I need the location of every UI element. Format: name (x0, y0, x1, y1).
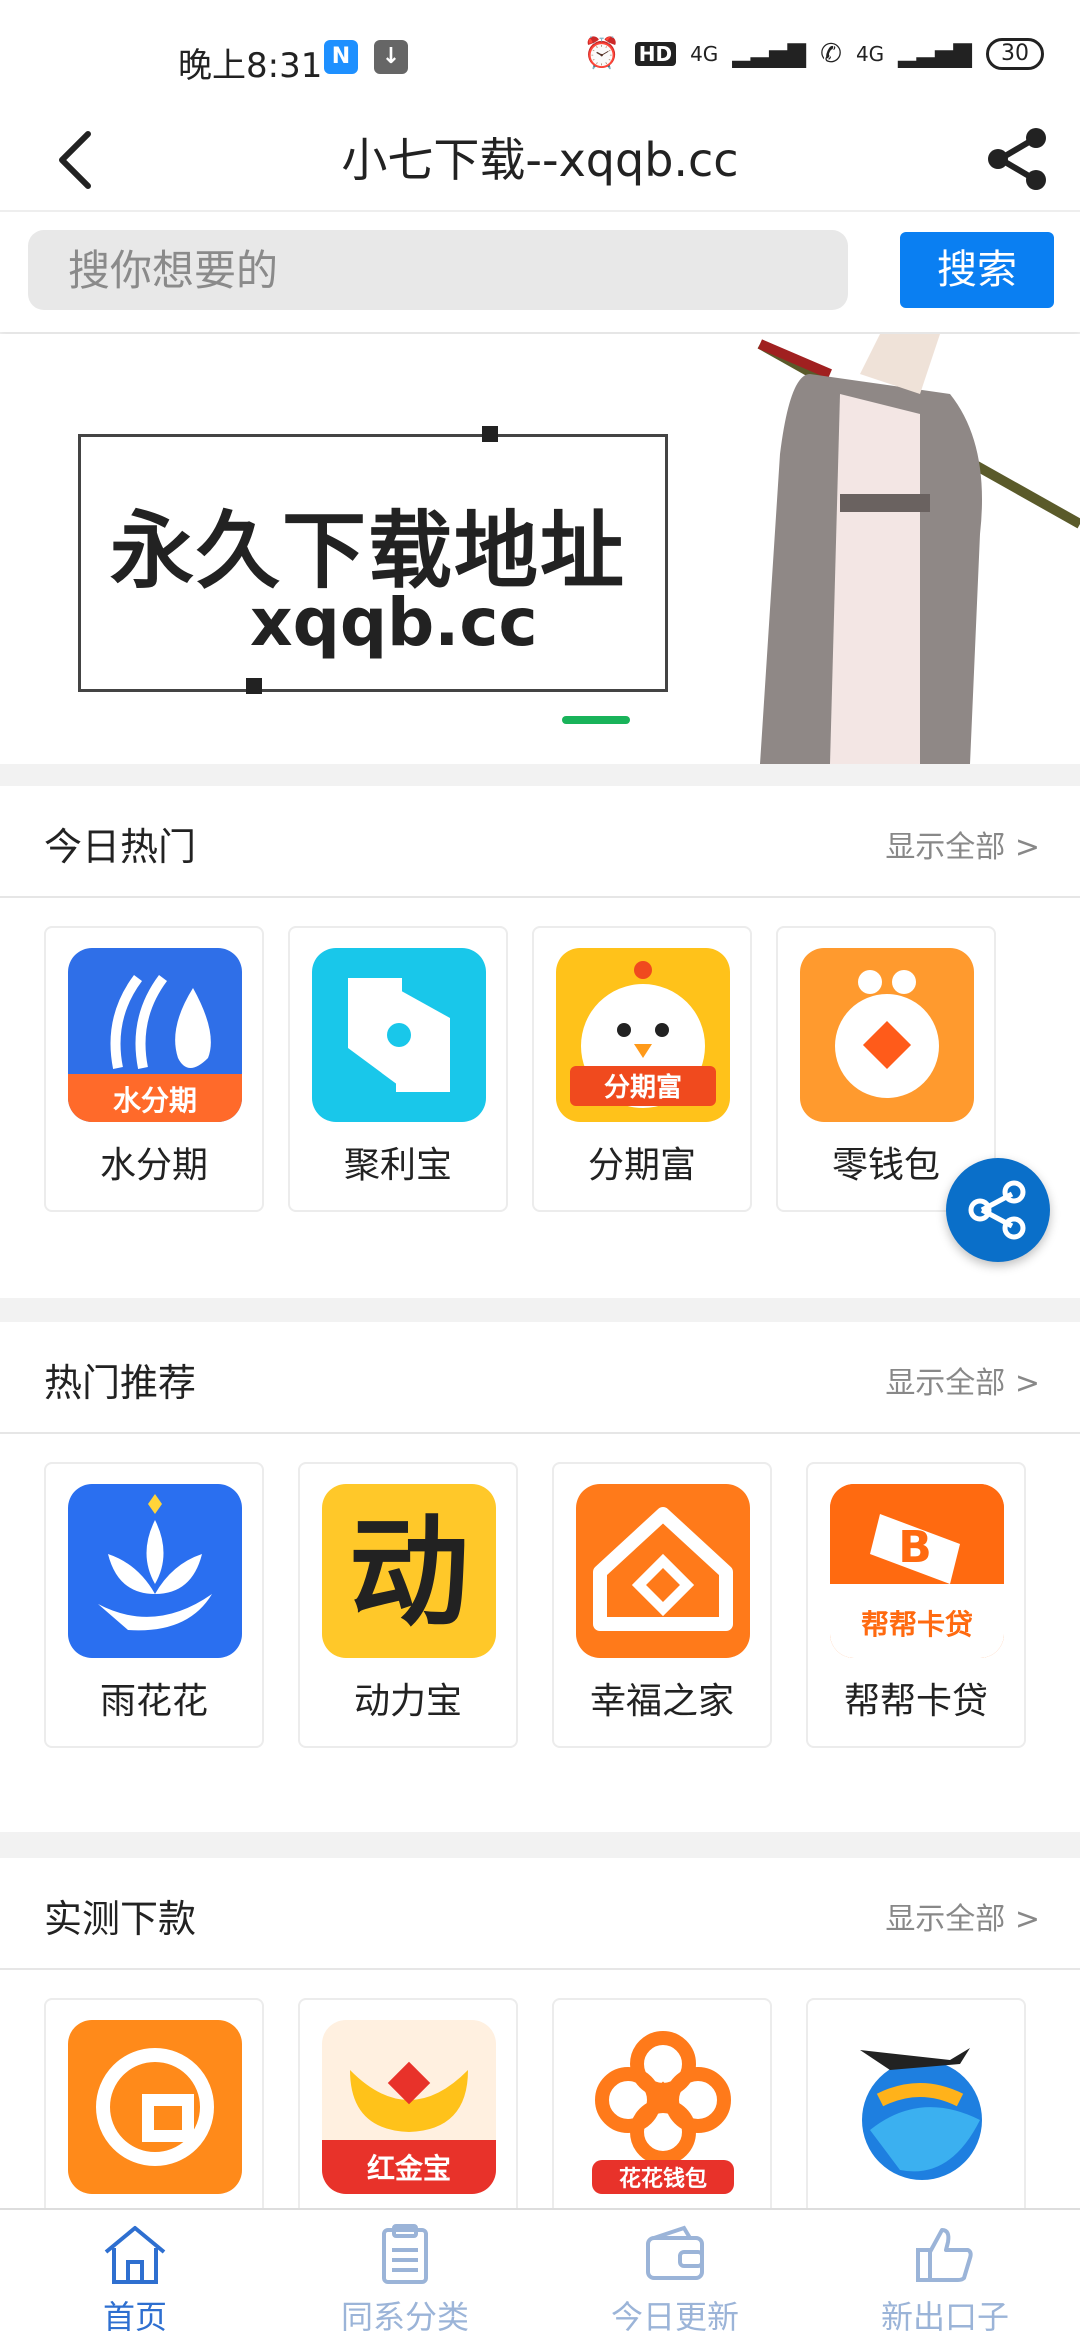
app-card-row: 雨花花 动 动力宝 幸福之家 B 帮帮卡贷 帮帮卡贷 (44, 1462, 1080, 1752)
search-bar: 搜索 (0, 212, 1080, 332)
app-card-row: 水分期 水分期 聚利宝 分期富 分期富 零钱包 (44, 926, 1080, 1216)
carousel-indicator (562, 716, 630, 724)
show-all-link[interactable]: 显示全部 > (885, 1894, 1040, 1938)
section-hot-recommend: 热门推荐 显示全部 > 雨花花 动 动力宝 幸福之家 B 帮帮卡贷 帮帮卡贷 (0, 1322, 1080, 1832)
svg-text:B: B (898, 1522, 932, 1573)
app-name: 幸福之家 (589, 1681, 734, 1722)
app-header: 小七下载--xqqb.cc (0, 110, 1080, 212)
app-notification-icon: N (324, 40, 358, 74)
tab-label: 首页 (102, 2298, 167, 2336)
tab-label: 同系分类 (340, 2298, 469, 2336)
section-header: 热门推荐 显示全部 > (0, 1322, 1080, 1434)
app-card[interactable]: 聚利宝 (288, 926, 508, 1212)
water-drop-icon: 水分期 (68, 948, 242, 1122)
tab-new-loans[interactable]: 新出口子 (810, 2210, 1080, 2342)
tab-category[interactable]: 同系分类 (270, 2210, 540, 2342)
hd-icon: HD (634, 41, 677, 66)
search-button[interactable]: 搜索 (900, 232, 1054, 308)
page-title: 小七下载--xqqb.cc (341, 133, 739, 187)
status-bar: 晚上8:31 N ↓ ⏰ HD 4G ▂▃▅▇ ✆ 4G ▂▃▅▇ 30 (0, 0, 1080, 110)
show-all-link[interactable]: 显示全部 > (885, 1358, 1040, 1402)
signal-4g-label: 4G (690, 41, 719, 66)
frame-corner-square (482, 426, 498, 442)
app-card[interactable]: 红金宝 (298, 1998, 518, 2208)
app-card-row: 红金宝 花花钱包 (44, 1998, 1080, 2208)
section-title: 今日热门 (44, 825, 197, 869)
floating-share-button[interactable] (946, 1158, 1050, 1262)
battery-indicator: 30 (986, 37, 1044, 70)
section-today-hot: 今日热门 显示全部 > 水分期 水分期 聚利宝 分期富 分期富 零钱包 (0, 786, 1080, 1298)
signal-bars-icon: ▂▃▅▇ (732, 39, 807, 68)
tab-home[interactable]: 首页 (0, 2210, 270, 2342)
card-b-icon: B 帮帮卡贷 (830, 1484, 1004, 1658)
app-card[interactable]: 分期富 分期富 (532, 926, 752, 1212)
status-icons: ⏰ HD 4G ▂▃▅▇ ✆ 4G ▂▃▅▇ 30 (583, 36, 1044, 71)
flower-wallet-icon: 花花钱包 (576, 2020, 750, 2194)
show-all-link[interactable]: 显示全部 > (885, 822, 1040, 866)
signal-4g-label-2: 4G (855, 41, 885, 66)
svg-text:动: 动 (349, 1504, 469, 1643)
chick-icon: 分期富 (556, 948, 730, 1122)
section-header: 实测下款 显示全部 > (0, 1858, 1080, 1970)
swordsman-illustration (757, 334, 1080, 764)
app-card[interactable] (44, 1998, 264, 2208)
section-title: 热门推荐 (44, 1361, 197, 1405)
clipboard-icon (382, 2224, 428, 2284)
app-card[interactable]: 动 动力宝 (298, 1462, 518, 1748)
section-tested-loans: 实测下款 显示全部 > 红金宝 花花钱包 (0, 1858, 1080, 2208)
wallet-icon (646, 2225, 704, 2280)
alarm-icon: ⏰ (583, 36, 621, 71)
app-name: 聚利宝 (343, 1145, 452, 1186)
frame-corner-square (246, 678, 262, 694)
app-card[interactable]: B 帮帮卡贷 帮帮卡贷 (806, 1462, 1026, 1748)
wifi-call-icon: ✆ (820, 38, 842, 69)
search-input[interactable] (28, 230, 848, 310)
dong-char-icon: 动 (322, 1484, 496, 1658)
house-icon (576, 1484, 750, 1658)
app-card[interactable] (806, 1998, 1026, 2208)
app-name: 帮帮卡贷 (843, 1681, 988, 1722)
share-icon (968, 1180, 1026, 1240)
app-name: 雨花花 (99, 1681, 208, 1722)
svg-text:帮帮卡贷: 帮帮卡贷 (861, 1608, 973, 1641)
app-name: 动力宝 (353, 1681, 462, 1722)
signal-bars-icon-2: ▂▃▅▇ (898, 39, 972, 68)
svg-text:分期富: 分期富 (604, 1072, 682, 1103)
section-title: 实测下款 (44, 1897, 197, 1941)
bottom-tab-bar: 首页 同系分类 今日更新 新出口子 (0, 2208, 1080, 2342)
plane-globe-icon (830, 2020, 1004, 2194)
thumbs-up-icon (916, 2228, 973, 2282)
banner-carousel[interactable]: 永久下载地址 xqqb.cc (0, 334, 1080, 764)
tab-label: 新出口子 (880, 2298, 1009, 2336)
app-card[interactable]: 花花钱包 (552, 1998, 772, 2208)
jlb-logo-icon (312, 948, 486, 1122)
coin-purse-icon (800, 948, 974, 1122)
app-card[interactable]: 水分期 水分期 (44, 926, 264, 1212)
share-button[interactable] (982, 124, 1052, 194)
share-icon (988, 128, 1046, 190)
svg-text:花花钱包: 花花钱包 (619, 2166, 707, 2192)
status-time: 晚上8:31 (178, 46, 323, 86)
tab-today-update[interactable]: 今日更新 (540, 2210, 810, 2342)
svg-text:红金宝: 红金宝 (367, 2152, 451, 2185)
app-card[interactable]: 幸福之家 (552, 1462, 772, 1748)
lotus-icon (68, 1484, 242, 1658)
home-icon (104, 2226, 166, 2284)
gold-ingot-icon: 红金宝 (322, 2020, 496, 2194)
section-header: 今日热门 显示全部 > (0, 786, 1080, 898)
orange-g-icon (68, 2020, 242, 2194)
app-name: 水分期 (99, 1145, 208, 1186)
app-name: 分期富 (587, 1145, 696, 1186)
tab-label: 今日更新 (610, 2298, 739, 2336)
app-card[interactable]: 雨花花 (44, 1462, 264, 1748)
banner-subline: xqqb.cc (250, 584, 538, 661)
download-notification-icon: ↓ (374, 40, 408, 74)
svg-text:水分期: 水分期 (113, 1084, 197, 1117)
